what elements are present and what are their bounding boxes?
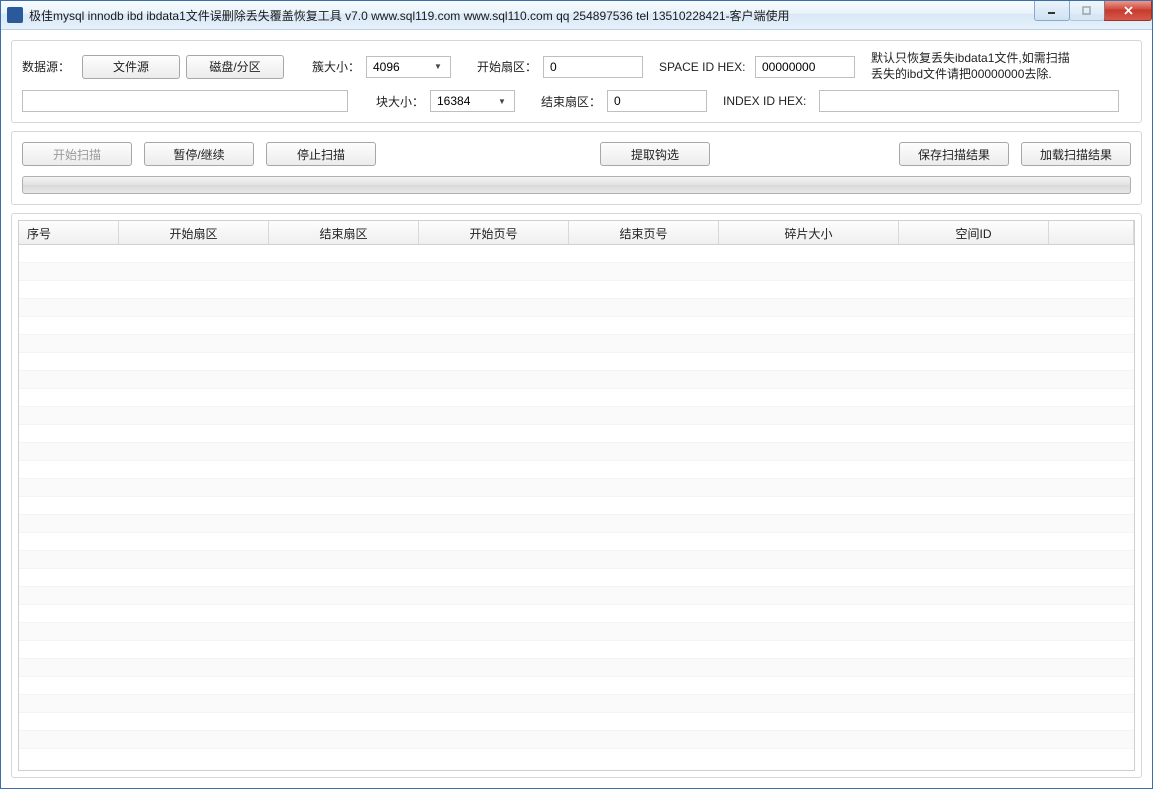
space-id-hex-label: SPACE ID HEX: <box>659 60 749 74</box>
start-sector-label: 开始扇区： <box>475 58 537 75</box>
file-source-button[interactable]: 文件源 <box>82 55 180 79</box>
table-row[interactable] <box>19 695 1134 713</box>
dropdown-arrow-icon: ▼ <box>494 93 510 109</box>
table-row[interactable] <box>19 731 1134 749</box>
col-end-sector[interactable]: 结束扇区 <box>269 221 419 244</box>
col-seq[interactable]: 序号 <box>19 221 119 244</box>
minimize-button[interactable] <box>1034 1 1070 21</box>
col-start-sector[interactable]: 开始扇区 <box>119 221 269 244</box>
table-row[interactable] <box>19 515 1134 533</box>
col-extra[interactable] <box>1049 221 1134 244</box>
data-source-label: 数据源： <box>22 58 76 75</box>
col-fragment-size[interactable]: 碎片大小 <box>719 221 899 244</box>
start-sector-input[interactable] <box>543 56 643 78</box>
table-row[interactable] <box>19 659 1134 677</box>
hint-text: 默认只恢复丢失ibdata1文件,如需扫描丢失的ibd文件请把00000000去… <box>871 51 1071 82</box>
settings-panel: 数据源： 文件源 磁盘/分区 簇大小： 4096 ▼ 开始扇区： SPACE I… <box>11 40 1142 123</box>
block-size-value: 16384 <box>437 94 470 108</box>
app-window: 极佳mysql innodb ibd ibdata1文件误删除丢失覆盖恢复工具 … <box>0 0 1153 789</box>
start-scan-button[interactable]: 开始扫描 <box>22 142 132 166</box>
titlebar[interactable]: 极佳mysql innodb ibd ibdata1文件误删除丢失覆盖恢复工具 … <box>1 1 1152 30</box>
table-row[interactable] <box>19 425 1134 443</box>
dropdown-arrow-icon: ▼ <box>430 59 446 75</box>
table-body[interactable] <box>19 245 1134 770</box>
table-row[interactable] <box>19 641 1134 659</box>
table-row[interactable] <box>19 587 1134 605</box>
results-table: 序号 开始扇区 结束扇区 开始页号 结束页号 碎片大小 空间ID <box>18 220 1135 771</box>
table-row[interactable] <box>19 299 1134 317</box>
table-row[interactable] <box>19 677 1134 695</box>
table-row[interactable] <box>19 245 1134 263</box>
table-row[interactable] <box>19 605 1134 623</box>
block-size-combo[interactable]: 16384 ▼ <box>430 90 515 112</box>
pause-resume-button[interactable]: 暂停/继续 <box>144 142 254 166</box>
table-row[interactable] <box>19 623 1134 641</box>
table-row[interactable] <box>19 407 1134 425</box>
col-start-page[interactable]: 开始页号 <box>419 221 569 244</box>
space-id-hex-input[interactable] <box>755 56 855 78</box>
table-row[interactable] <box>19 335 1134 353</box>
end-sector-label: 结束扇区： <box>539 93 601 110</box>
table-row[interactable] <box>19 533 1134 551</box>
disk-partition-button[interactable]: 磁盘/分区 <box>186 55 284 79</box>
table-row[interactable] <box>19 569 1134 587</box>
progress-bar <box>22 176 1131 194</box>
extract-checked-button[interactable]: 提取钩选 <box>600 142 710 166</box>
table-row[interactable] <box>19 497 1134 515</box>
col-end-page[interactable]: 结束页号 <box>569 221 719 244</box>
actions-panel: 开始扫描 暂停/继续 停止扫描 提取钩选 保存扫描结果 加载扫描结果 <box>11 131 1142 205</box>
data-source-path-input[interactable] <box>22 90 348 112</box>
table-row[interactable] <box>19 353 1134 371</box>
table-row[interactable] <box>19 461 1134 479</box>
index-id-hex-input[interactable] <box>819 90 1119 112</box>
table-row[interactable] <box>19 479 1134 497</box>
window-controls <box>1035 1 1152 21</box>
cluster-size-label: 簇大小： <box>308 58 360 75</box>
table-row[interactable] <box>19 371 1134 389</box>
table-row[interactable] <box>19 551 1134 569</box>
cluster-size-combo[interactable]: 4096 ▼ <box>366 56 451 78</box>
window-title: 极佳mysql innodb ibd ibdata1文件误删除丢失覆盖恢复工具 … <box>29 7 790 24</box>
close-button[interactable] <box>1104 1 1152 21</box>
block-size-label: 块大小： <box>372 93 424 110</box>
close-icon <box>1123 5 1134 16</box>
client-area: 数据源： 文件源 磁盘/分区 簇大小： 4096 ▼ 开始扇区： SPACE I… <box>1 30 1152 788</box>
table-row[interactable] <box>19 263 1134 281</box>
table-row[interactable] <box>19 317 1134 335</box>
results-panel: 序号 开始扇区 结束扇区 开始页号 结束页号 碎片大小 空间ID <box>11 213 1142 778</box>
save-results-button[interactable]: 保存扫描结果 <box>899 142 1009 166</box>
index-id-hex-label: INDEX ID HEX: <box>723 94 813 108</box>
table-row[interactable] <box>19 281 1134 299</box>
maximize-button[interactable] <box>1069 1 1105 21</box>
minimize-icon <box>1047 6 1057 16</box>
table-row[interactable] <box>19 389 1134 407</box>
table-header: 序号 开始扇区 结束扇区 开始页号 结束页号 碎片大小 空间ID <box>19 221 1134 245</box>
table-row[interactable] <box>19 713 1134 731</box>
cluster-size-value: 4096 <box>373 60 400 74</box>
maximize-icon <box>1082 6 1092 16</box>
col-space-id[interactable]: 空间ID <box>899 221 1049 244</box>
load-results-button[interactable]: 加载扫描结果 <box>1021 142 1131 166</box>
stop-scan-button[interactable]: 停止扫描 <box>266 142 376 166</box>
app-icon <box>7 7 23 23</box>
end-sector-input[interactable] <box>607 90 707 112</box>
table-row[interactable] <box>19 443 1134 461</box>
